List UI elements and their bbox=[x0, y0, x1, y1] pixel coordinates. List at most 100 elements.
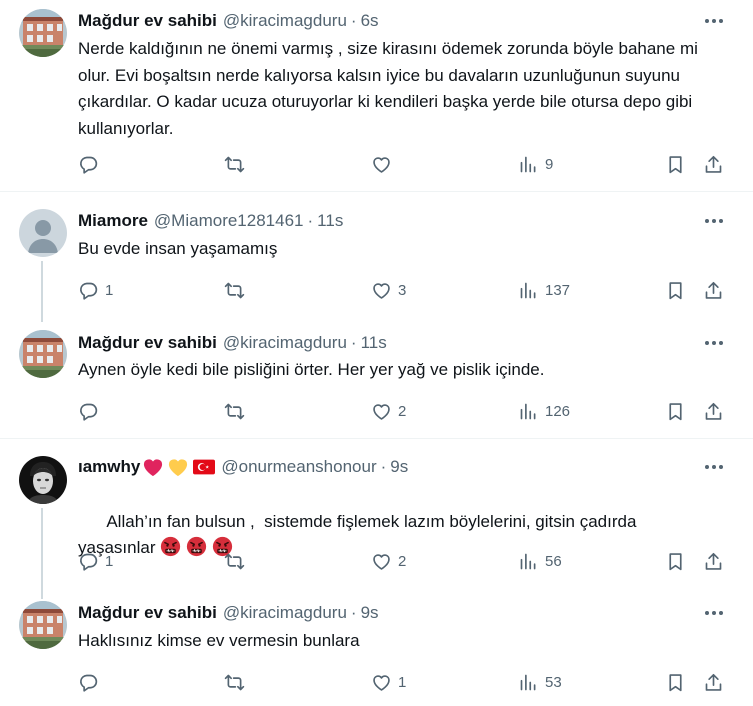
bookmark-icon bbox=[665, 551, 686, 572]
tweet-header: Mağdur ev sahibi @kiracimagduru · 11s bbox=[78, 332, 387, 354]
like-button[interactable]: 3 bbox=[371, 278, 406, 302]
action-bar: 1 2 56 bbox=[0, 549, 753, 573]
author-name[interactable]: Miamore bbox=[78, 211, 148, 231]
reply-icon bbox=[78, 551, 99, 572]
views-button[interactable]: 126 bbox=[518, 399, 570, 423]
tweet[interactable]: Mağdur ev sahibi @kiracimagduru · 6s Ner… bbox=[0, 0, 753, 192]
reply-icon bbox=[78, 401, 99, 422]
tweet[interactable]: Mağdur ev sahibi @kiracimagduru · 11s Ay… bbox=[0, 316, 753, 438]
like-icon bbox=[371, 280, 392, 301]
views-count: 53 bbox=[545, 673, 562, 691]
bookmark-icon bbox=[665, 401, 686, 422]
bookmark-icon bbox=[665, 280, 686, 301]
avatar[interactable] bbox=[19, 601, 67, 649]
bookmark-button[interactable] bbox=[665, 549, 686, 573]
name-emojis bbox=[142, 457, 216, 477]
more-icon[interactable] bbox=[702, 334, 726, 352]
share-button[interactable] bbox=[703, 399, 724, 423]
retweet-button[interactable] bbox=[224, 670, 251, 694]
tweet[interactable]: Mağdur ev sahibi @kiracimagduru · 9s Hak… bbox=[0, 591, 753, 706]
avatar[interactable] bbox=[19, 456, 67, 504]
author-name[interactable]: ıamwhy bbox=[78, 457, 140, 477]
tweet[interactable]: Miamore @Miamore1281461 · 11s Bu evde in… bbox=[0, 192, 753, 322]
reply-button[interactable] bbox=[78, 399, 105, 423]
like-button[interactable]: 2 bbox=[371, 549, 406, 573]
reply-button[interactable] bbox=[78, 670, 105, 694]
share-icon bbox=[703, 280, 724, 301]
retweet-button[interactable] bbox=[224, 152, 251, 176]
like-button[interactable]: 1 bbox=[371, 670, 406, 694]
more-icon[interactable] bbox=[702, 458, 726, 476]
reply-icon bbox=[78, 280, 99, 301]
author-name[interactable]: Mağdur ev sahibi bbox=[78, 11, 217, 31]
like-count: 2 bbox=[398, 402, 407, 420]
retweet-icon bbox=[224, 154, 245, 175]
author-handle[interactable]: @kiracimagduru bbox=[223, 603, 347, 623]
like-icon bbox=[371, 551, 392, 572]
retweet-button[interactable] bbox=[224, 399, 251, 423]
avatar[interactable] bbox=[19, 209, 67, 257]
reply-count: 1 bbox=[105, 552, 114, 570]
timestamp[interactable]: 9s bbox=[361, 603, 379, 623]
timestamp[interactable]: 11s bbox=[317, 211, 343, 231]
more-icon[interactable] bbox=[702, 212, 726, 230]
timestamp[interactable]: 6s bbox=[361, 11, 379, 31]
timestamp[interactable]: 11s bbox=[361, 333, 387, 353]
reply-button[interactable]: 1 bbox=[78, 278, 113, 302]
views-count: 137 bbox=[545, 281, 571, 299]
tweet-header: Mağdur ev sahibi @kiracimagduru · 9s bbox=[78, 602, 379, 624]
views-button[interactable]: 53 bbox=[518, 670, 562, 694]
share-button[interactable] bbox=[703, 278, 724, 302]
share-button[interactable] bbox=[703, 152, 724, 176]
separator-dot: · bbox=[307, 211, 314, 230]
bookmark-button[interactable] bbox=[665, 152, 686, 176]
like-icon bbox=[371, 672, 392, 693]
bookmark-button[interactable] bbox=[665, 399, 686, 423]
reply-button[interactable] bbox=[78, 152, 105, 176]
author-handle[interactable]: @kiracimagduru bbox=[223, 333, 347, 353]
retweet-button[interactable] bbox=[224, 549, 251, 573]
turkey-flag-emoji bbox=[193, 459, 216, 475]
author-handle[interactable]: @Miamore1281461 bbox=[154, 211, 304, 231]
reply-button[interactable]: 1 bbox=[78, 549, 113, 573]
share-button[interactable] bbox=[703, 670, 724, 694]
bookmark-button[interactable] bbox=[665, 670, 686, 694]
reply-count: 1 bbox=[105, 281, 114, 299]
like-button[interactable]: 2 bbox=[371, 399, 406, 423]
retweet-icon bbox=[224, 551, 245, 572]
views-button[interactable]: 9 bbox=[518, 152, 553, 176]
views-icon bbox=[518, 401, 539, 422]
action-bar: 1 3 137 bbox=[0, 278, 753, 302]
avatar[interactable] bbox=[19, 9, 67, 57]
tweet-text: Nerde kaldığının ne önemi varmış , size … bbox=[78, 39, 703, 138]
more-icon[interactable] bbox=[702, 12, 726, 30]
views-icon bbox=[518, 280, 539, 301]
separator-dot: · bbox=[350, 333, 357, 352]
author-name[interactable]: Mağdur ev sahibi bbox=[78, 603, 217, 623]
yellow-heart-emoji bbox=[169, 459, 188, 477]
conversation-timeline: Mağdur ev sahibi @kiracimagduru · 6s Ner… bbox=[0, 0, 753, 706]
retweet-button[interactable] bbox=[224, 278, 251, 302]
author-handle[interactable]: @onurmeanshonour bbox=[221, 457, 376, 477]
bookmark-button[interactable] bbox=[665, 278, 686, 302]
tweet-text: Haklısınız kimse ev vermesin bunlara bbox=[78, 631, 360, 650]
like-count: 2 bbox=[398, 552, 407, 570]
views-count: 9 bbox=[545, 155, 554, 173]
like-count: 3 bbox=[398, 281, 407, 299]
retweet-icon bbox=[224, 401, 245, 422]
reply-icon bbox=[78, 672, 99, 693]
like-button[interactable] bbox=[371, 152, 398, 176]
tweet[interactable]: ıamwhy @onurmeanshonour · 9s Allah’ın fa… bbox=[0, 439, 753, 599]
author-handle[interactable]: @kiracimagduru bbox=[223, 11, 347, 31]
like-count: 1 bbox=[398, 673, 407, 691]
tweet-header: Miamore @Miamore1281461 · 11s bbox=[78, 210, 343, 232]
views-button[interactable]: 137 bbox=[518, 278, 570, 302]
avatar[interactable] bbox=[19, 330, 67, 378]
views-count: 126 bbox=[545, 402, 571, 420]
share-button[interactable] bbox=[703, 549, 724, 573]
author-name[interactable]: Mağdur ev sahibi bbox=[78, 333, 217, 353]
more-icon[interactable] bbox=[702, 604, 726, 622]
timestamp[interactable]: 9s bbox=[390, 457, 408, 477]
share-icon bbox=[703, 672, 724, 693]
views-button[interactable]: 56 bbox=[518, 549, 562, 573]
